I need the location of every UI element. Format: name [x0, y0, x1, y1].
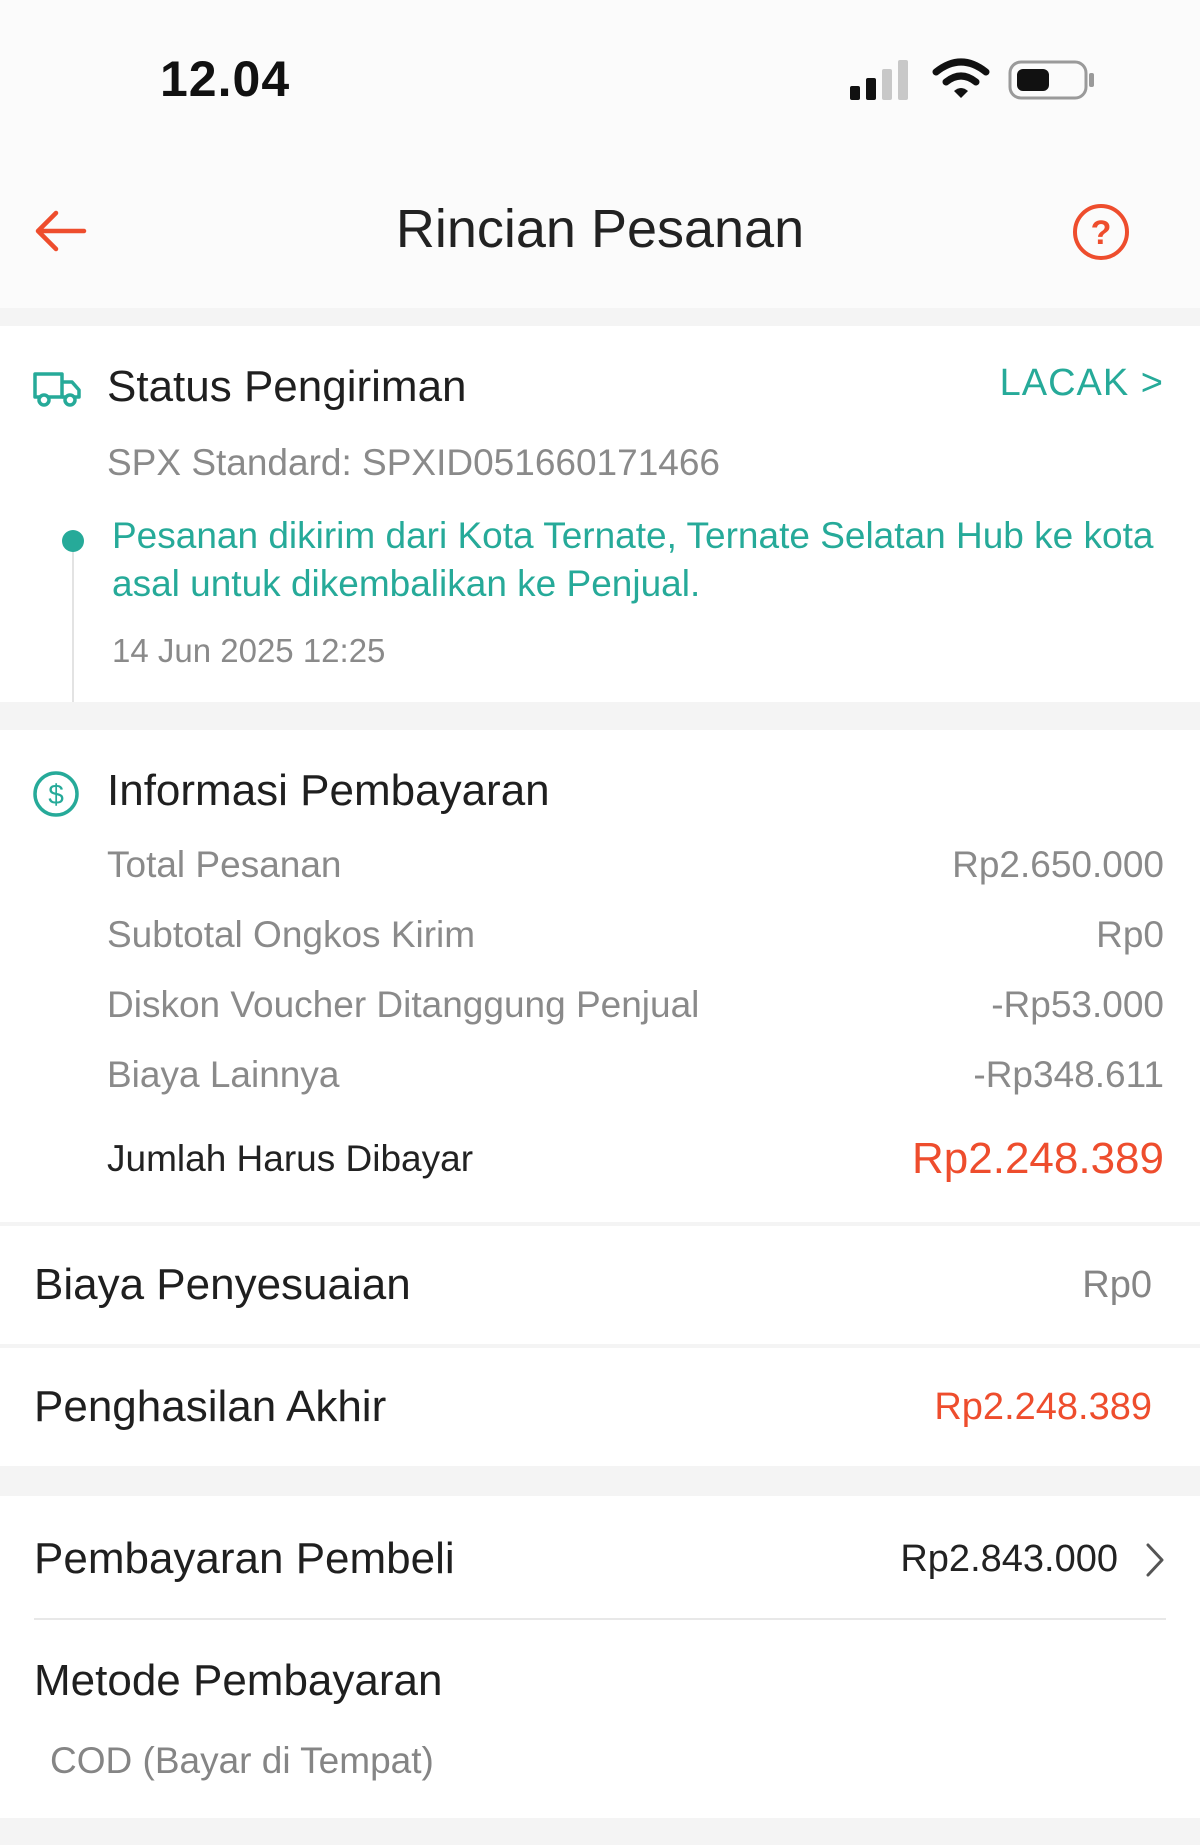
svg-text:?: ?: [1091, 214, 1112, 252]
amount-due-label: Jumlah Harus Dibayar: [107, 1138, 474, 1179]
payment-information-section: $ Informasi Pembayaran Total Pesanan Rp2…: [0, 730, 1200, 1222]
buyer-payment-row[interactable]: Pembayaran Pembeli Rp2.843.000: [0, 1496, 1200, 1618]
tracking-message: Pesanan dikirim dari Kota Ternate, Terna…: [112, 515, 1154, 604]
truck-icon: [33, 372, 81, 407]
adjustment-fee-row: Biaya Penyesuaian Rp0: [0, 1226, 1200, 1344]
payment-row-value: Rp0: [1096, 914, 1164, 955]
payment-row-value: -Rp53.000: [991, 984, 1164, 1025]
tracking-timestamp: 14 Jun 2025 12:25: [112, 632, 386, 669]
payment-row-value: Rp2.650.000: [952, 844, 1164, 885]
payment-row-other-fees: Biaya Lainnya -Rp348.611: [107, 1050, 1164, 1100]
payment-row-label: Subtotal Ongkos Kirim: [107, 914, 476, 955]
payment-method-label: Metode Pembayaran: [34, 1656, 443, 1705]
svg-text:$: $: [48, 779, 64, 810]
chevron-right-icon: [1146, 1543, 1164, 1577]
track-link[interactable]: LACAK >: [1000, 362, 1164, 405]
payment-row-seller-voucher: Diskon Voucher Ditanggung Penjual -Rp53.…: [107, 980, 1164, 1030]
page-title: Rincian Pesanan: [395, 199, 805, 259]
cellular-signal-icon: [850, 60, 908, 100]
payment-method-value: COD (Bayar di Tempat): [50, 1740, 434, 1781]
final-income-label: Penghasilan Akhir: [34, 1382, 387, 1431]
payment-row-label: Total Pesanan: [107, 844, 342, 885]
divider: [34, 1618, 1166, 1620]
battery-icon: [1008, 60, 1094, 100]
status-time: 12.04: [160, 51, 291, 107]
payment-row-order-total: Total Pesanan Rp2.650.000: [107, 840, 1164, 890]
dollar-circle-icon: $: [33, 771, 79, 817]
payment-information-title: Informasi Pembayaran: [107, 766, 550, 815]
payment-row-label: Diskon Voucher Ditanggung Penjual: [107, 984, 700, 1025]
shipping-status-section: Status Pengiriman LACAK > SPX Standard: …: [0, 326, 1200, 702]
status-bar: 12.04: [0, 0, 1200, 150]
shipping-tracking-code: SPX Standard: SPXID051660171466: [107, 442, 721, 483]
adjustment-fee-value: Rp0: [1082, 1264, 1152, 1306]
wifi-icon: [932, 58, 990, 98]
payment-row-value: -Rp348.611: [973, 1054, 1164, 1095]
buyer-payment-label: Pembayaran Pembeli: [34, 1534, 455, 1583]
final-income-value: Rp2.248.389: [934, 1386, 1152, 1428]
buyer-payment-section: Pembayaran Pembeli Rp2.843.000 Metode Pe…: [0, 1496, 1200, 1818]
top-navigation-bar: Rincian Pesanan ?: [0, 150, 1200, 308]
order-detail-page: 12.04 Rincian Pesanan ? Status Pengirima…: [0, 0, 1200, 1845]
timeline-dot: [62, 530, 84, 552]
payment-row-label: Biaya Lainnya: [107, 1054, 340, 1095]
help-icon[interactable]: ?: [1072, 203, 1130, 261]
shipping-status-title: Status Pengiriman: [107, 362, 467, 411]
adjustment-fee-label: Biaya Penyesuaian: [34, 1260, 411, 1309]
payment-row-amount-due: Jumlah Harus Dibayar Rp2.248.389: [107, 1134, 1164, 1184]
final-income-row: Penghasilan Akhir Rp2.248.389: [0, 1348, 1200, 1466]
buyer-payment-value: Rp2.843.000: [900, 1538, 1118, 1580]
payment-row-shipping-subtotal: Subtotal Ongkos Kirim Rp0: [107, 910, 1164, 960]
amount-due-value: Rp2.248.389: [912, 1134, 1164, 1183]
timeline-line: [72, 552, 74, 702]
